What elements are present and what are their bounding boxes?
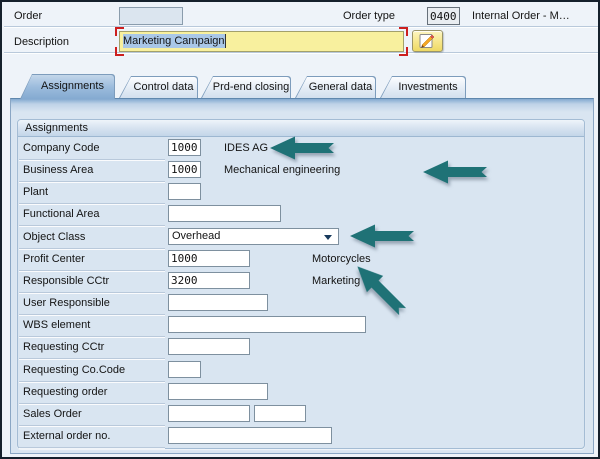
sales-order-input[interactable]	[168, 405, 250, 422]
row-divider	[4, 26, 598, 27]
tab-prd-end-closing[interactable]: Prd-end closing	[201, 76, 291, 98]
profit-center-input[interactable]	[168, 250, 250, 267]
form-row-business-area: Business Area Mechanical engineering	[2, 161, 600, 183]
tab-general-data[interactable]: General data	[295, 76, 376, 98]
field-label: User Responsible	[23, 295, 110, 311]
tab-assignments[interactable]: Assignments	[20, 74, 115, 99]
field-label: Business Area	[23, 162, 93, 178]
sales-order-item-input[interactable]	[254, 405, 306, 422]
label-divider	[19, 447, 165, 448]
form-row-profit-center: Profit Center Motorcycles	[2, 250, 600, 272]
form-row-user-responsible: User Responsible	[2, 294, 600, 316]
row-divider	[4, 52, 598, 53]
field-label: WBS element	[23, 317, 90, 333]
annotation-arrow-icon	[423, 159, 487, 185]
field-description: IDES AG	[224, 140, 268, 156]
form-row-object-class: Object Class Overhead	[2, 228, 600, 250]
label-divider	[19, 159, 165, 160]
field-label: Requesting Co.Code	[23, 362, 125, 378]
order-type-description: Internal Order - M…	[472, 8, 596, 24]
description-input[interactable]: Marketing Campaign	[119, 31, 404, 52]
order-label: Order	[14, 8, 42, 24]
field-label: External order no.	[23, 428, 110, 444]
label-divider	[19, 292, 165, 293]
chevron-down-icon	[324, 235, 332, 240]
edit-description-button[interactable]	[412, 30, 443, 52]
label-divider	[19, 203, 165, 204]
tab-control-data[interactable]: Control data	[119, 76, 198, 98]
order-type-input[interactable]	[427, 7, 460, 25]
form-row-plant: Plant	[2, 183, 600, 205]
field-label: Company Code	[23, 140, 99, 156]
field-label: Profit Center	[23, 251, 85, 267]
form-row-functional-area: Functional Area	[2, 205, 600, 227]
label-divider	[19, 225, 165, 226]
field-description: Mechanical engineering	[224, 162, 340, 178]
label-divider	[19, 270, 165, 271]
tab-label: Prd-end closing	[201, 76, 291, 98]
functional-area-input[interactable]	[168, 205, 281, 222]
form-row-requesting-co-code: Requesting Co.Code	[2, 361, 600, 383]
form-row-requesting-cctr: Requesting CCtr	[2, 338, 600, 360]
field-label: Requesting CCtr	[23, 339, 104, 355]
label-divider	[19, 248, 165, 249]
form-row-requesting-order: Requesting order	[2, 383, 600, 405]
external-order-no-input[interactable]	[168, 427, 332, 444]
requesting-co-code-input[interactable]	[168, 361, 201, 378]
dropdown-value: Overhead	[172, 230, 220, 242]
field-label: Requesting order	[23, 384, 107, 400]
field-label: Functional Area	[23, 206, 99, 222]
user-responsible-input[interactable]	[168, 294, 268, 311]
form-row-sales-order: Sales Order	[2, 405, 600, 427]
field-label: Plant	[23, 184, 48, 200]
plant-input[interactable]	[168, 183, 201, 200]
label-divider	[19, 425, 165, 426]
label-divider	[19, 358, 165, 359]
tab-investments[interactable]: Investments	[380, 76, 466, 98]
annotation-arrow-icon	[350, 223, 414, 249]
tab-label: Investments	[380, 76, 466, 98]
field-label: Object Class	[23, 229, 85, 245]
responsible-cctr-input[interactable]	[168, 272, 250, 289]
form-row-responsible-cctr: Responsible CCtr Marketing	[2, 272, 600, 294]
annotation-arrow-icon	[270, 135, 334, 161]
order-input[interactable]	[119, 7, 183, 25]
order-type-label: Order type	[343, 8, 395, 24]
label-divider	[19, 314, 165, 315]
business-area-input[interactable]	[168, 161, 201, 178]
wbs-element-input[interactable]	[168, 316, 366, 333]
label-divider	[19, 181, 165, 182]
description-label: Description	[14, 34, 69, 50]
requesting-order-input[interactable]	[168, 383, 268, 400]
label-divider	[19, 403, 165, 404]
label-divider	[19, 381, 165, 382]
selected-text: Marketing Campaign	[123, 34, 226, 48]
label-divider	[19, 336, 165, 337]
requesting-cctr-input[interactable]	[168, 338, 250, 355]
form-row-wbs-element: WBS element	[2, 316, 600, 338]
tab-label: General data	[295, 76, 376, 98]
company-code-input[interactable]	[168, 139, 201, 156]
tab-label: Control data	[119, 76, 198, 98]
object-class-dropdown[interactable]: Overhead	[168, 228, 339, 245]
form-row-external-order-no: External order no.	[2, 427, 600, 449]
field-label: Sales Order	[23, 406, 82, 422]
tab-label: Assignments	[20, 74, 115, 99]
pencil-icon	[417, 33, 438, 50]
field-label: Responsible CCtr	[23, 273, 109, 289]
